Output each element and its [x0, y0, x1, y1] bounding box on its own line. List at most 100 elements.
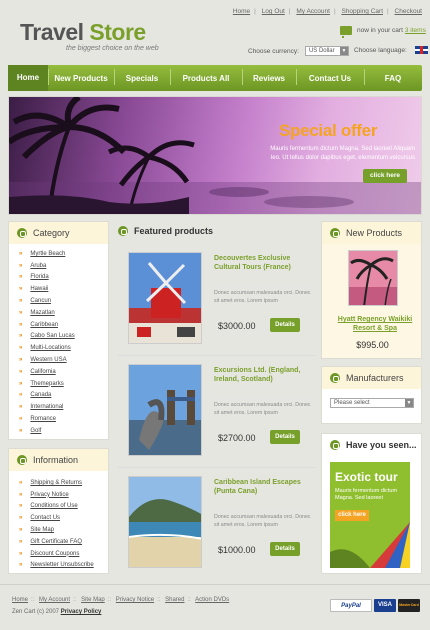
category-item-label[interactable]: Western USA: [30, 357, 66, 363]
nav-contact-us[interactable]: Contact Us: [296, 68, 364, 85]
information-item[interactable]: » Newsletter Unsubscribe: [19, 560, 108, 572]
top-link-logout[interactable]: Log Out: [262, 8, 285, 15]
information-item-label[interactable]: Site Map: [30, 527, 54, 533]
uk-flag-icon[interactable]: [414, 46, 428, 54]
information-item-label[interactable]: Contact Us: [30, 515, 60, 521]
category-item-label[interactable]: Canada: [30, 392, 51, 398]
information-item[interactable]: » Conditions of Use: [19, 501, 108, 513]
information-item[interactable]: » Site Map: [19, 524, 108, 536]
information-item[interactable]: » Contact Us: [19, 512, 108, 524]
category-item[interactable]: » Cabo San Lucas: [19, 331, 108, 343]
category-item[interactable]: » International: [19, 401, 108, 413]
details-button[interactable]: Details: [270, 430, 300, 444]
footer-link-sitemap[interactable]: Site Map: [81, 597, 105, 603]
top-link-cart[interactable]: Shopping Cart: [341, 8, 383, 15]
top-link-account[interactable]: My Account: [296, 8, 330, 15]
logo[interactable]: Travel Store the biggest choice on the w…: [20, 20, 159, 52]
product-desc: Donec accumsan malesuada orci. Donec sit…: [214, 398, 314, 417]
bullet-icon: »: [19, 298, 23, 305]
manufacturers-select[interactable]: Please select ▼: [330, 398, 414, 408]
category-item-label[interactable]: Hawaii: [30, 286, 48, 292]
information-item-label[interactable]: Shipping & Returns: [30, 480, 82, 486]
chevron-down-icon: ▼: [405, 399, 413, 407]
category-item[interactable]: » California: [19, 366, 108, 378]
exotic-tour-ad[interactable]: Exotic tour Mauris fermentum dictum Magn…: [330, 462, 410, 568]
privacy-policy-link[interactable]: Privacy Policy: [61, 609, 102, 615]
product-title[interactable]: Decouvertes Exclusive Cultural Tours (Fr…: [214, 254, 314, 272]
information-item[interactable]: » Discount Coupons: [19, 548, 108, 560]
footer-link-dvds[interactable]: Action DVDs: [195, 597, 229, 603]
product-image-punta-cana[interactable]: [128, 476, 202, 568]
details-button[interactable]: Details: [270, 318, 300, 332]
category-item-label[interactable]: Cancun: [30, 298, 51, 304]
bullet-icon: »: [19, 527, 23, 534]
information-item[interactable]: » Gift Certificate FAQ: [19, 536, 108, 548]
nav-faq[interactable]: FAQ: [364, 68, 422, 85]
nav-reviews[interactable]: Reviews: [242, 68, 296, 85]
new-product-image[interactable]: [348, 250, 398, 306]
bullet-icon: »: [19, 427, 23, 434]
information-item-label[interactable]: Conditions of Use: [30, 503, 77, 509]
category-item[interactable]: » Golf: [19, 425, 108, 437]
information-item-label[interactable]: Newsletter Unsubscribe: [30, 562, 93, 568]
category-item-label[interactable]: Myrtle Beach: [30, 251, 65, 257]
top-link-checkout[interactable]: Checkout: [395, 8, 422, 15]
product-title[interactable]: Caribbean Island Escapes (Punta Cana): [214, 478, 314, 496]
new-product-name[interactable]: Hyatt Regency Waikiki Resort & Spa: [332, 315, 418, 333]
product-price: $1000.00: [218, 545, 256, 555]
category-item[interactable]: » Cancun: [19, 295, 108, 307]
category-item[interactable]: » Myrtle Beach: [19, 248, 108, 260]
category-item-label[interactable]: Aruba: [30, 263, 46, 269]
footer-link-account[interactable]: My Account: [39, 597, 70, 603]
footer-link-shared[interactable]: Shared: [165, 597, 184, 603]
banner-click-button[interactable]: click here: [363, 169, 407, 183]
category-item-label[interactable]: Cabo San Lucas: [30, 333, 74, 339]
category-item-label[interactable]: Golf: [30, 428, 41, 434]
category-item-label[interactable]: Themeparks: [30, 381, 63, 387]
footer-link-home[interactable]: Home: [12, 597, 28, 603]
footer-link-privacy[interactable]: Privacy Notice: [116, 597, 154, 603]
cart-items-link[interactable]: 3 items: [405, 27, 426, 34]
information-item[interactable]: » Privacy Notice: [19, 489, 108, 501]
top-link-home[interactable]: Home: [233, 8, 250, 15]
currency-select[interactable]: US Dollar ▼: [304, 46, 349, 56]
category-item[interactable]: » Multi-Locations: [19, 342, 108, 354]
category-item[interactable]: » Romance: [19, 413, 108, 425]
category-item[interactable]: » Western USA: [19, 354, 108, 366]
product-desc: Donec accumsan malesuada orci. Donec sit…: [214, 286, 314, 305]
product-price: $3000.00: [218, 321, 256, 331]
product-image-tower-bridge[interactable]: [128, 364, 202, 456]
nav-new-products[interactable]: New Products: [48, 68, 114, 85]
category-item-label[interactable]: Multi-Locations: [30, 345, 70, 351]
new-products-title: New Products: [346, 228, 403, 238]
new-products-icon: [330, 228, 340, 238]
banner-title: Special offer: [279, 121, 378, 140]
category-item-label[interactable]: Mazatlan: [30, 310, 54, 316]
details-button[interactable]: Details: [270, 542, 300, 556]
information-item[interactable]: » Shipping & Returns: [19, 477, 108, 489]
category-item[interactable]: » Florida: [19, 272, 108, 284]
category-item-label[interactable]: California: [30, 369, 55, 375]
nav-specials[interactable]: Specials: [114, 68, 170, 85]
category-item[interactable]: » Themeparks: [19, 378, 108, 390]
nav-products-all[interactable]: Products All: [170, 68, 242, 85]
ad-click-button[interactable]: click here: [335, 510, 369, 521]
logo-tagline: the biggest choice on the web: [66, 45, 159, 52]
category-item[interactable]: » Mazatlan: [19, 307, 108, 319]
category-item-label[interactable]: Florida: [30, 274, 48, 280]
category-item[interactable]: » Canada: [19, 390, 108, 402]
information-item-label[interactable]: Gift Certificate FAQ: [30, 539, 82, 545]
category-item[interactable]: » Hawaii: [19, 283, 108, 295]
category-list: » Myrtle Beach » Aruba » Florida » Hawaii » Cancu…: [9, 244, 108, 437]
information-item-label[interactable]: Privacy Notice: [30, 492, 68, 498]
product-title[interactable]: Excursions Ltd. (England, Ireland, Scotl…: [214, 366, 314, 384]
nav-home[interactable]: Home: [8, 65, 48, 91]
information-item-label[interactable]: Discount Coupons: [30, 551, 79, 557]
product-image-moulin-rouge[interactable]: [128, 252, 202, 344]
category-item[interactable]: » Aruba: [19, 260, 108, 272]
category-item[interactable]: » Caribbean: [19, 319, 108, 331]
main-nav: Home New Products Specials Products All …: [8, 65, 422, 91]
category-item-label[interactable]: Caribbean: [30, 322, 58, 328]
category-item-label[interactable]: Romance: [30, 416, 56, 422]
category-item-label[interactable]: International: [30, 404, 63, 410]
